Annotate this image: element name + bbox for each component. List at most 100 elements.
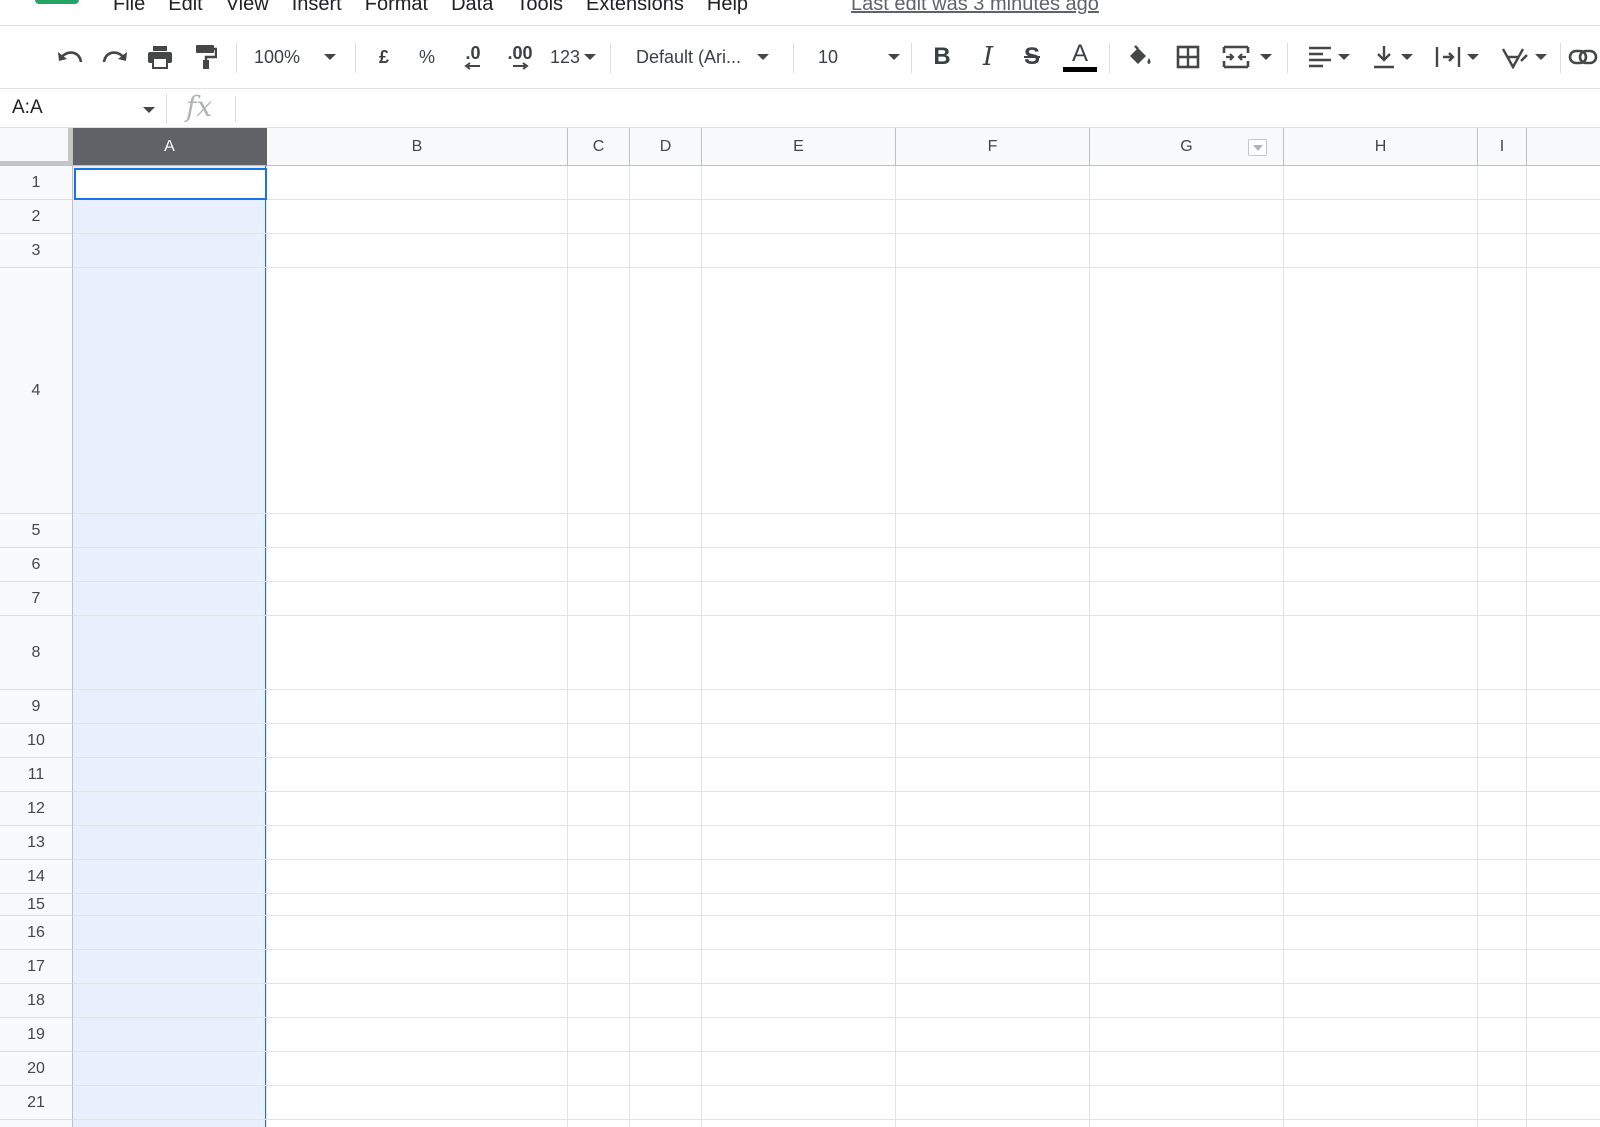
freeze-rows-handle[interactable] (0, 161, 72, 165)
formula-input[interactable] (240, 96, 1590, 122)
name-box[interactable]: A:A (12, 97, 43, 119)
last-edit-link[interactable]: Last edit was 3 minutes ago (851, 0, 1099, 16)
font-family-value: Default (Ari... (636, 46, 742, 67)
filter-dropdown-icon[interactable] (1248, 139, 1267, 156)
row-header-3[interactable]: 3 (0, 234, 73, 268)
italic-button[interactable]: I (974, 41, 1002, 73)
column-header-h[interactable]: H (1284, 128, 1478, 166)
sheets-logo-icon[interactable] (35, 0, 79, 4)
row-header-label: 5 (31, 521, 41, 539)
menu-insert[interactable]: Insert (292, 0, 342, 16)
column-header-label: G (1180, 137, 1193, 155)
menu-file[interactable]: File (113, 0, 145, 16)
currency-format-button[interactable]: £ (370, 41, 398, 73)
row-header-11[interactable]: 11 (0, 758, 73, 792)
freeze-columns-handle[interactable] (68, 128, 72, 165)
menu-format[interactable]: Format (365, 0, 428, 16)
text-color-button[interactable]: A (1062, 41, 1098, 73)
row-header-8[interactable]: 8 (0, 616, 73, 690)
font-size-value: 10 (818, 46, 839, 67)
text-rotation-button[interactable] (1494, 41, 1554, 73)
row-header-14[interactable]: 14 (0, 860, 73, 894)
row-header-16[interactable]: 16 (0, 916, 73, 950)
decrease-decimal-button[interactable]: .0 (455, 41, 491, 73)
horizontal-align-button[interactable] (1300, 41, 1358, 73)
text-color-swatch (1063, 66, 1097, 72)
row-header-7[interactable]: 7 (0, 582, 73, 616)
row-header-9[interactable]: 9 (0, 690, 73, 724)
column-header-d[interactable]: D (630, 128, 702, 166)
toolbar-separator (236, 43, 237, 73)
menu-tools[interactable]: Tools (516, 0, 563, 16)
column-gridline (895, 166, 896, 1127)
fill-color-button[interactable] (1124, 41, 1156, 73)
chevron-down-icon[interactable] (143, 107, 155, 113)
column-header-c[interactable]: C (568, 128, 630, 166)
sheet-grid[interactable]: ABCDEFGHI 1 2 3 4 5 6 7 8 9 10 11 12 13 14 15 16 17 18 19 2… (0, 128, 1600, 1127)
row-gridline (73, 1017, 1600, 1018)
row-header-21[interactable]: 21 (0, 1086, 73, 1120)
column-header-e[interactable]: E (702, 128, 896, 166)
more-formats-button[interactable]: 123 (546, 41, 600, 73)
active-cell-a1[interactable] (74, 168, 267, 200)
row-gridline (73, 1051, 1600, 1052)
zoom-select[interactable]: 100% (254, 41, 346, 73)
menu-extensions[interactable]: Extensions (586, 0, 684, 16)
menu-help[interactable]: Help (707, 0, 748, 16)
row-header-19[interactable]: 19 (0, 1018, 73, 1052)
fill-color-icon (1130, 45, 1151, 64)
paint-format-icon (196, 45, 217, 69)
borders-button[interactable] (1172, 41, 1204, 73)
vertical-align-button[interactable] (1366, 41, 1420, 73)
merge-cells-icon (1222, 45, 1250, 69)
bold-button[interactable]: B (928, 41, 956, 73)
font-family-select[interactable]: Default (Ari... (636, 41, 784, 73)
row-header-1[interactable]: 1 (0, 166, 73, 200)
merge-cells-button[interactable] (1218, 41, 1276, 73)
column-header-g[interactable]: G (1090, 128, 1284, 166)
column-gridline (1283, 166, 1284, 1127)
menu-data[interactable]: Data (451, 0, 493, 16)
column-header-overflow (1527, 128, 1600, 166)
row-header-10[interactable]: 10 (0, 724, 73, 758)
chevron-down-icon (1535, 54, 1547, 60)
column-header-label: E (793, 137, 804, 155)
insert-link-button[interactable] (1568, 41, 1600, 73)
align-left-icon (1309, 46, 1331, 68)
row-header-12[interactable]: 12 (0, 792, 73, 826)
row-header-4[interactable]: 4 (0, 268, 73, 514)
row-header-22[interactable]: 22 (0, 1120, 73, 1127)
font-size-select[interactable]: 10 (818, 41, 902, 73)
paint-format-button[interactable] (190, 41, 222, 73)
row-header-6[interactable]: 6 (0, 548, 73, 582)
row-header-20[interactable]: 20 (0, 1052, 73, 1086)
increase-decimal-button[interactable]: .00 (500, 41, 540, 73)
row-header-label: 3 (31, 241, 41, 259)
column-header-b[interactable]: B (267, 128, 568, 166)
row-header-13[interactable]: 13 (0, 826, 73, 860)
redo-button[interactable] (99, 41, 131, 73)
select-all-corner[interactable] (0, 128, 73, 166)
menu-edit[interactable]: Edit (168, 0, 202, 16)
column-header-i[interactable]: I (1478, 128, 1527, 166)
row-header-18[interactable]: 18 (0, 984, 73, 1018)
row-gridline (73, 199, 1600, 200)
row-header-label: 20 (27, 1059, 45, 1077)
percent-format-button[interactable]: % (413, 41, 441, 73)
row-header-label: 4 (31, 381, 41, 399)
column-header-a[interactable]: A (73, 128, 267, 166)
row-header-17[interactable]: 17 (0, 950, 73, 984)
undo-button[interactable] (54, 41, 86, 73)
text-wrapping-button[interactable] (1428, 41, 1486, 73)
strikethrough-button[interactable]: S (1018, 41, 1046, 73)
row-header-5[interactable]: 5 (0, 514, 73, 548)
print-button[interactable] (144, 41, 176, 73)
column-header-label: F (987, 137, 998, 155)
column-header-f[interactable]: F (896, 128, 1090, 166)
row-gridline (73, 513, 1600, 514)
align-bottom-icon (1374, 46, 1394, 69)
menu-view[interactable]: View (226, 0, 269, 16)
row-header-2[interactable]: 2 (0, 200, 73, 234)
column-header-label: B (411, 137, 423, 155)
row-header-15[interactable]: 15 (0, 894, 73, 916)
